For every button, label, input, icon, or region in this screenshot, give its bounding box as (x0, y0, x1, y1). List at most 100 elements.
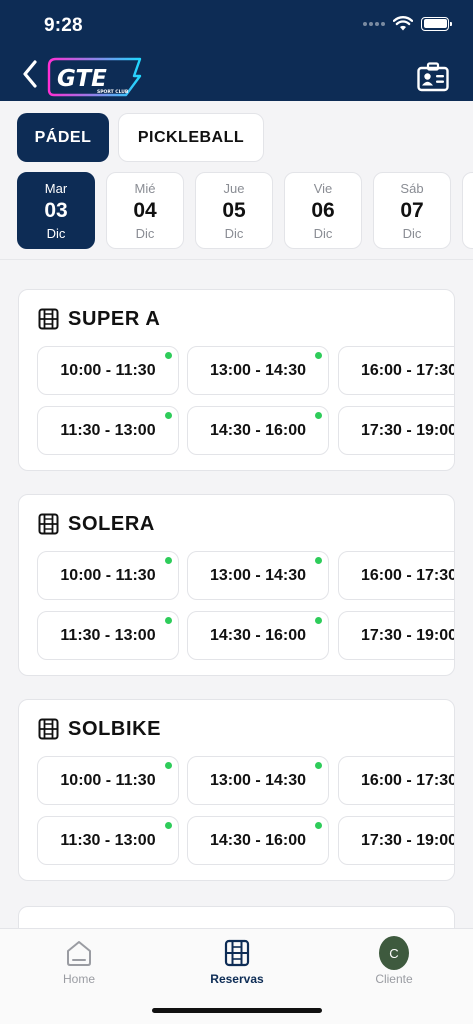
time-slot[interactable]: 14:30 - 16:00 (187, 611, 329, 660)
time-slot[interactable]: 13:00 - 14:30 (187, 551, 329, 600)
available-dot (315, 352, 322, 359)
date-weekday: Mié (134, 181, 156, 196)
time-slot[interactable]: 13:00 - 14:30 (187, 346, 329, 395)
slot-time: 13:00 - 14:30 (209, 566, 307, 584)
avatar-icon: C (379, 936, 409, 970)
sport-selector: PÁDEL PICKLEBALL (17, 113, 264, 162)
slot-time: 14:30 - 16:00 (209, 626, 307, 644)
date-day: 06 (311, 199, 335, 222)
date-weekday: Sáb (400, 181, 424, 196)
court-name: SOLBIKE (68, 717, 162, 740)
time-slot[interactable]: 11:30 - 13:00 (37, 816, 179, 865)
avatar: C (379, 936, 409, 970)
time-slot[interactable]: 14:30 - 16:00 (187, 406, 329, 455)
date-month: Dic (46, 226, 66, 241)
date-month: Dic (135, 226, 155, 241)
court-name: SUPER A (68, 307, 161, 330)
date-weekday: Mar (44, 181, 68, 196)
date-weekday: Jue (223, 181, 245, 196)
signal-icon (363, 21, 385, 26)
court-header: SOLERA (38, 511, 155, 537)
gte-logo: GTE SPORT CLUB (47, 57, 142, 97)
available-dot (315, 617, 322, 624)
slot-time: 11:30 - 13:00 (60, 831, 156, 849)
date-card[interactable] (462, 172, 473, 249)
svg-text:GTE: GTE (57, 66, 107, 92)
court-card: SUPER A 10:00 - 11:30 13:00 - 14:30 16:0… (18, 289, 455, 471)
sport-tab-padel[interactable]: PÁDEL (17, 113, 109, 162)
slot-time: 11:30 - 13:00 (60, 626, 156, 644)
slot-time: 16:00 - 17:30 (360, 771, 455, 789)
court-icon (38, 718, 59, 740)
tab-reservas[interactable]: Reservas (158, 929, 316, 999)
available-dot (165, 822, 172, 829)
slot-time: 17:30 - 19:00 (360, 626, 455, 644)
date-card[interactable]: Jue 05 Dic (195, 172, 273, 249)
back-chevron-icon (23, 60, 37, 88)
back-button[interactable] (14, 56, 46, 92)
time-slot[interactable]: 17:30 - 19:00 (338, 816, 455, 865)
time-slot[interactable]: 17:30 - 19:00 (338, 406, 455, 455)
nav-row: GTE SPORT CLUB (0, 50, 473, 101)
tab-cliente[interactable]: C Cliente (315, 929, 473, 999)
court-name: SOLERA (68, 512, 155, 535)
slot-time: 14:30 - 16:00 (209, 831, 307, 849)
slot-time: 10:00 - 11:30 (60, 361, 156, 379)
available-dot (315, 412, 322, 419)
sport-tab-pickleball[interactable]: PICKLEBALL (118, 113, 264, 162)
tab-home[interactable]: Home (0, 929, 158, 999)
tab-label: Cliente (375, 972, 413, 986)
time-slot[interactable]: 16:00 - 17:30 (338, 756, 455, 805)
date-card[interactable]: Vie 06 Dic (284, 172, 362, 249)
available-dot (165, 762, 172, 769)
available-dot (165, 412, 172, 419)
slot-time: 11:30 - 13:00 (60, 421, 156, 439)
date-day: 03 (44, 199, 68, 222)
date-day: 05 (222, 199, 246, 222)
time-slot[interactable]: 13:00 - 14:30 (187, 756, 329, 805)
time-slot[interactable]: 10:00 - 11:30 (37, 346, 179, 395)
id-card-icon[interactable] (417, 62, 449, 92)
wifi-icon (393, 16, 413, 31)
date-day: 07 (400, 199, 424, 222)
court-icon (38, 513, 59, 535)
date-card[interactable]: Mié 04 Dic (106, 172, 184, 249)
home-indicator[interactable] (152, 1008, 322, 1013)
date-day: 04 (133, 199, 157, 222)
app-header: 9:28 GTE SPORT CLUB (0, 0, 473, 101)
court-icon (38, 308, 59, 330)
court-card: SOLERA 10:00 - 11:30 13:00 - 14:30 16:00… (18, 494, 455, 676)
slot-time: 16:00 - 17:30 (360, 361, 455, 379)
court-card: SOLBIKE 10:00 - 11:30 13:00 - 14:30 16:0… (18, 699, 455, 881)
slot-time: 14:30 - 16:00 (209, 421, 307, 439)
date-weekday: Vie (313, 181, 333, 196)
slot-time: 13:00 - 14:30 (209, 771, 307, 789)
slot-time: 17:30 - 19:00 (360, 831, 455, 849)
time-slot[interactable]: 16:00 - 17:30 (338, 551, 454, 600)
time-slot[interactable]: 16:00 - 17:30 (338, 346, 455, 395)
date-month: Dic (224, 226, 244, 241)
available-dot (165, 557, 172, 564)
status-icons (363, 16, 452, 31)
time-slot[interactable]: 11:30 - 13:00 (37, 611, 179, 660)
date-card[interactable]: Sáb 07 Dic (373, 172, 451, 249)
slot-time: 13:00 - 14:30 (209, 361, 307, 379)
court-header: SUPER A (38, 306, 160, 332)
time-slot[interactable]: 10:00 - 11:30 (37, 551, 179, 600)
date-card[interactable]: Mar 03 Dic (17, 172, 95, 249)
slot-time: 17:30 - 19:00 (360, 421, 455, 439)
available-dot (165, 352, 172, 359)
slot-time: 10:00 - 11:30 (60, 566, 156, 584)
time-slot[interactable]: 14:30 - 16:00 (187, 816, 329, 865)
svg-text:SPORT CLUB: SPORT CLUB (97, 89, 129, 95)
time-slot[interactable]: 11:30 - 13:00 (37, 406, 179, 455)
calendar-court-icon (222, 938, 252, 968)
date-strip: Mar 03 Dic Mié 04 Dic Jue 05 Dic Vie 06 … (0, 172, 473, 249)
date-month: Dic (402, 226, 422, 241)
available-dot (315, 822, 322, 829)
time-slot[interactable]: 10:00 - 11:30 (37, 756, 179, 805)
date-month: Dic (313, 226, 333, 241)
available-dot (165, 617, 172, 624)
time-slot[interactable]: 17:30 - 19:00 (338, 611, 455, 660)
available-dot (315, 557, 322, 564)
